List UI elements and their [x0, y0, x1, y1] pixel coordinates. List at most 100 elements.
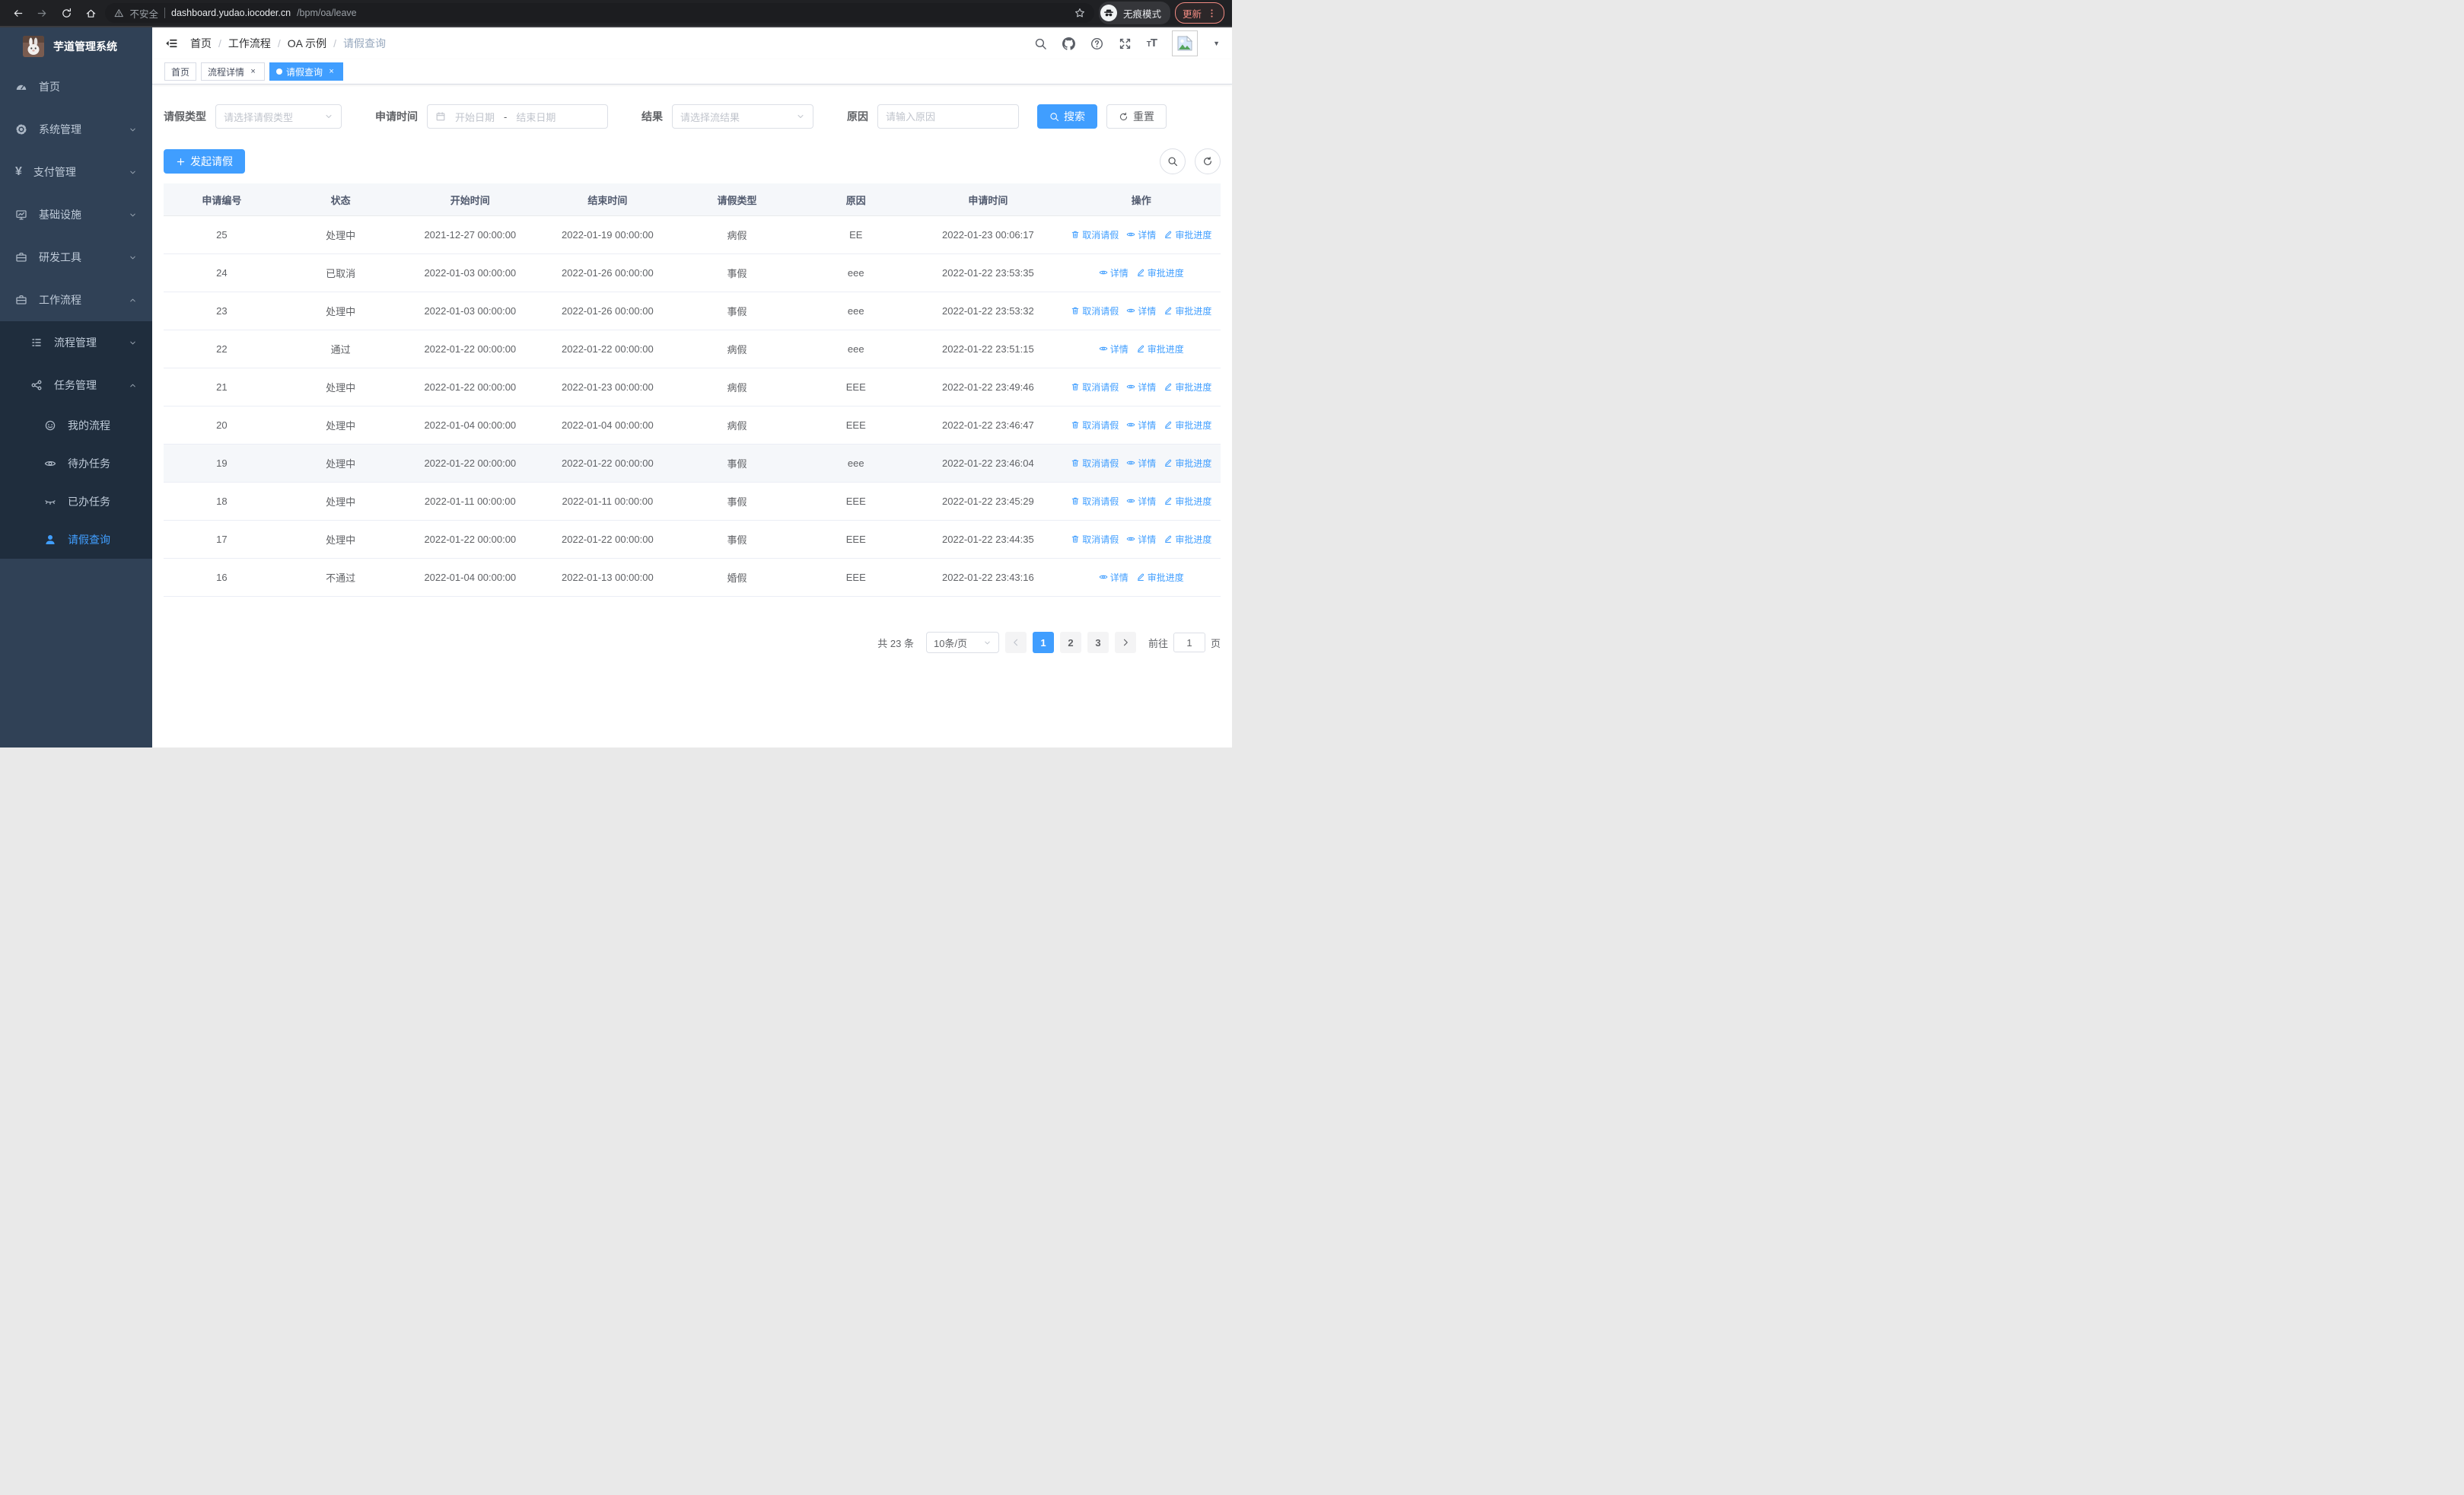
page-button-3[interactable]: 3: [1087, 632, 1109, 653]
search-button[interactable]: 搜索: [1037, 104, 1097, 129]
github-icon[interactable]: [1062, 37, 1075, 50]
toggle-search-button[interactable]: [1160, 148, 1186, 174]
face-icon: [44, 419, 56, 432]
tag-label: 首页: [171, 66, 190, 78]
detail-link[interactable]: 详情: [1126, 381, 1156, 394]
progress-link[interactable]: 审批进度: [1164, 419, 1211, 432]
cancel-leave-link[interactable]: 取消请假: [1071, 381, 1119, 394]
sidebar-item-infra[interactable]: 基础设施: [0, 193, 152, 236]
cell-end: 2022-01-22 00:00:00: [539, 444, 676, 483]
browser-menu-icon[interactable]: [1207, 8, 1217, 18]
cell-actions: 取消请假 详情 审批进度: [1062, 406, 1221, 445]
page-size-select[interactable]: 10条/页: [925, 632, 999, 653]
close-icon[interactable]: ×: [248, 67, 258, 76]
browser-reload-icon[interactable]: [56, 3, 76, 23]
cancel-leave-link[interactable]: 取消请假: [1071, 457, 1119, 470]
cancel-leave-link[interactable]: 取消请假: [1071, 228, 1119, 241]
detail-link[interactable]: 详情: [1126, 304, 1156, 317]
detail-link[interactable]: 详情: [1126, 495, 1156, 508]
tag-首页[interactable]: 首页: [164, 62, 197, 81]
leave-type-select[interactable]: 请选择请假类型: [215, 104, 342, 129]
sidebar-item-leave-query[interactable]: 请假查询: [0, 521, 152, 559]
sidebar-item-my-process[interactable]: 我的流程: [0, 406, 152, 445]
progress-link[interactable]: 审批进度: [1164, 381, 1211, 394]
cell-applied: 2022-01-22 23:46:47: [914, 406, 1062, 445]
progress-link[interactable]: 审批进度: [1164, 495, 1211, 508]
cell-actions: 取消请假 详情 审批进度: [1062, 292, 1221, 330]
detail-link[interactable]: 详情: [1126, 228, 1156, 241]
detail-link[interactable]: 详情: [1099, 266, 1129, 279]
sidebar-item-task-mgmt[interactable]: 任务管理: [0, 364, 152, 406]
detail-link[interactable]: 详情: [1126, 533, 1156, 546]
detail-link[interactable]: 详情: [1099, 343, 1129, 355]
prev-page-button[interactable]: [1004, 632, 1027, 653]
active-tag-dot: [276, 69, 283, 75]
page-button-1[interactable]: 1: [1032, 632, 1054, 653]
cell-end: 2022-01-04 00:00:00: [539, 406, 676, 445]
breadcrumb-item-workflow[interactable]: 工作流程: [228, 36, 271, 51]
goto-page-input[interactable]: [1173, 633, 1205, 652]
result-select[interactable]: 请选择流结果: [672, 104, 813, 129]
sidebar-item-todo-task[interactable]: 待办任务: [0, 445, 152, 483]
tag-请假查询[interactable]: 请假查询 ×: [269, 62, 344, 81]
progress-link[interactable]: 审批进度: [1136, 343, 1184, 355]
cell-end: 2022-01-13 00:00:00: [539, 558, 676, 597]
cell-applied: 2022-01-22 23:53:32: [914, 292, 1062, 330]
progress-link[interactable]: 审批进度: [1136, 266, 1184, 279]
browser-update-button[interactable]: 更新: [1174, 2, 1224, 24]
avatar[interactable]: [1172, 30, 1199, 56]
reason-input[interactable]: [877, 104, 1019, 129]
sidebar-item-payment[interactable]: ¥ 支付管理: [0, 151, 152, 193]
apply-time-label: 申请时间: [375, 110, 418, 123]
table-row: 25 处理中 2021-12-27 00:00:00 2022-01-19 00:00…: [164, 215, 1221, 254]
sidebar-item-workflow[interactable]: 工作流程: [0, 279, 152, 321]
progress-link[interactable]: 审批进度: [1164, 533, 1211, 546]
cancel-leave-link[interactable]: 取消请假: [1071, 533, 1119, 546]
close-icon[interactable]: ×: [326, 67, 336, 76]
browser-home-icon[interactable]: [81, 3, 100, 23]
breadcrumb-item-oa[interactable]: OA 示例: [288, 36, 326, 51]
sidebar-logo-row[interactable]: 芋道管理系统: [0, 27, 152, 65]
result-placeholder: 请选择流结果: [680, 111, 740, 123]
breadcrumb-item-home[interactable]: 首页: [190, 36, 212, 51]
sidebar-item-process-mgmt[interactable]: 流程管理: [0, 321, 152, 364]
browser-forward-icon[interactable]: [32, 3, 52, 23]
refresh-table-button[interactable]: [1195, 148, 1221, 174]
progress-link[interactable]: 审批进度: [1164, 457, 1211, 470]
cancel-leave-link[interactable]: 取消请假: [1071, 495, 1119, 508]
cell-type: 事假: [676, 444, 798, 483]
next-page-button[interactable]: [1114, 632, 1136, 653]
sidebar-item-system[interactable]: 系统管理: [0, 108, 152, 151]
leave-type-group: 请假类型 请选择请假类型: [164, 104, 342, 129]
edit-icon: [1136, 572, 1145, 582]
sidebar-item-devtools[interactable]: 研发工具: [0, 236, 152, 279]
cancel-leave-link[interactable]: 取消请假: [1071, 419, 1119, 432]
detail-link[interactable]: 详情: [1099, 571, 1129, 584]
detail-link[interactable]: 详情: [1126, 457, 1156, 470]
cancel-leave-link[interactable]: 取消请假: [1071, 304, 1119, 317]
avatar-caret-icon[interactable]: ▼: [1213, 40, 1220, 47]
cell-actions: 详情 审批进度: [1062, 253, 1221, 292]
progress-link[interactable]: 审批进度: [1164, 228, 1211, 241]
reset-button[interactable]: 重置: [1106, 104, 1167, 129]
address-bar[interactable]: 不安全 dashboard.yudao.iocoder.cn/bpm/oa/le…: [105, 3, 1094, 23]
font-size-icon[interactable]: TT: [1147, 37, 1157, 50]
sidebar-item-done-task[interactable]: 已办任务: [0, 483, 152, 521]
sidebar-item-home[interactable]: 首页: [0, 65, 152, 108]
sidebar-fold-icon[interactable]: [164, 37, 178, 50]
search-button-label: 搜索: [1064, 110, 1085, 123]
page-button-2[interactable]: 2: [1059, 632, 1081, 653]
header-search-icon[interactable]: [1034, 37, 1047, 50]
cell-id: 18: [164, 482, 280, 521]
progress-link[interactable]: 审批进度: [1136, 571, 1184, 584]
bookmark-star-icon[interactable]: [1074, 8, 1085, 18]
create-leave-button[interactable]: 发起请假: [164, 149, 245, 174]
fullscreen-icon[interactable]: [1119, 37, 1132, 50]
detail-link[interactable]: 详情: [1126, 419, 1156, 432]
browser-back-icon[interactable]: [8, 3, 27, 23]
apply-time-range[interactable]: 开始日期 - 结束日期: [427, 104, 608, 129]
help-icon[interactable]: [1090, 37, 1103, 50]
tag-流程详情[interactable]: 流程详情 ×: [201, 62, 266, 81]
eye-icon: [1099, 572, 1108, 582]
progress-link[interactable]: 审批进度: [1164, 304, 1211, 317]
